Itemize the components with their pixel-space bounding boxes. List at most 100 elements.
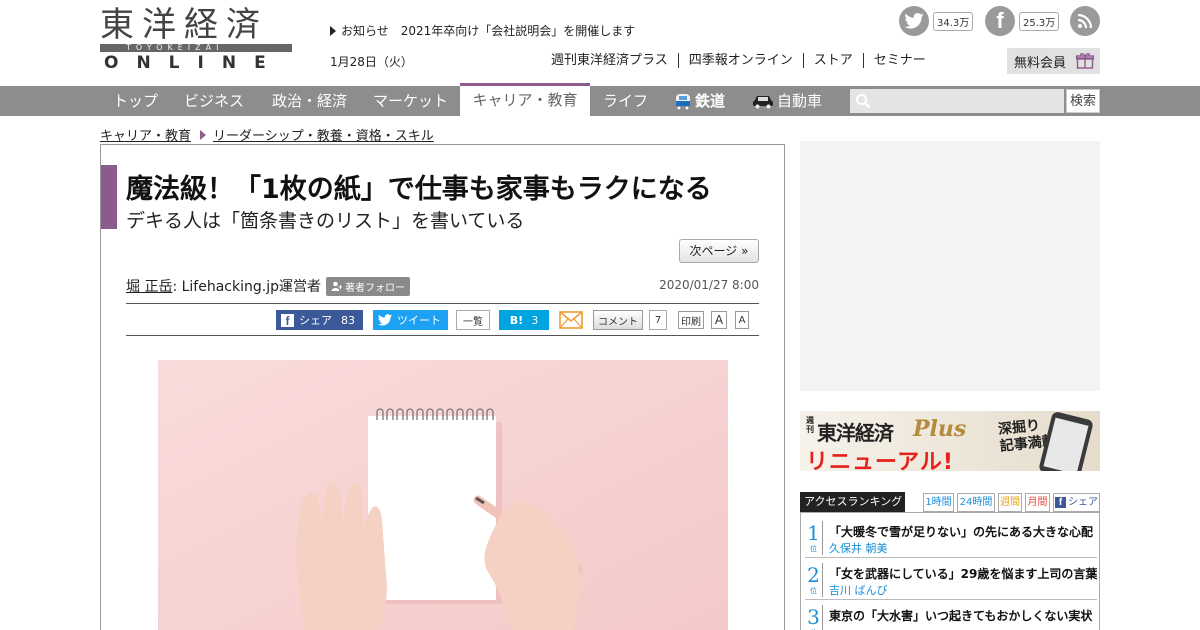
article-subtitle: デキる人は「箇条書きのリスト」を書いている — [126, 210, 525, 232]
link-seminar[interactable]: セミナー — [862, 53, 936, 68]
author-name[interactable]: 堀 正岳 — [126, 276, 172, 296]
nav-railway-label: 鉄道 — [695, 92, 726, 110]
search-button[interactable]: 検索 — [1066, 89, 1100, 113]
notice-text[interactable]: 2021年卒向け「会社説明会」を開催します — [401, 22, 636, 39]
notice-label: お知らせ — [341, 24, 389, 38]
logo-kanji: 東洋経済 — [100, 5, 268, 45]
share-bar: f シェア 83 ツイート 一覧 B! 3 コメント 7 印刷 A A — [101, 310, 786, 330]
rank-title[interactable]: 「女を武器にしている」29歳を悩ます上司の言葉 — [829, 565, 1097, 582]
nav-automobile[interactable]: 自動車 — [752, 86, 822, 116]
ranking-list: 1位 「大暖冬で雪が足りない」の先にある大きな心配 久保井 朝美 2位 「女を武… — [800, 512, 1100, 630]
top-links: 週刊東洋経済プラス 四季報オンライン ストア セミナー — [551, 53, 936, 68]
fb-share-count: 83 — [341, 313, 355, 327]
banner-renewal: リニューアル! — [806, 450, 954, 471]
nav-top[interactable]: トップ — [113, 86, 158, 116]
ranking-tab-share-label: シェア — [1068, 497, 1098, 508]
ranking-tab-share[interactable]: f シェア — [1053, 493, 1100, 512]
ranking-header: アクセスランキング 1時間 24時間 週間 月間 f シェア — [800, 492, 1100, 512]
mail-share-button[interactable] — [559, 310, 584, 330]
twitter-icon — [378, 314, 392, 326]
link-toyo-plus[interactable]: 週刊東洋経済プラス — [551, 53, 678, 68]
free-member-button[interactable]: 無料会員 — [1007, 48, 1100, 74]
nav-automobile-label: 自動車 — [777, 92, 823, 110]
rank-author[interactable]: 久保井 朝美 — [829, 540, 888, 556]
author-line: 堀 正岳 : Lifehacking.jp運営者 著者フォロー — [126, 276, 410, 296]
title-accent-bar — [101, 165, 117, 229]
author-follow-button[interactable]: 著者フォロー — [325, 276, 410, 296]
ranking-title: アクセスランキング — [800, 492, 905, 512]
mail-icon — [559, 311, 583, 329]
comment-count: 7 — [649, 310, 667, 330]
hatena-icon: B! — [509, 313, 524, 327]
facebook-follow[interactable]: f 25.3万 — [985, 6, 1060, 36]
nav-life[interactable]: ライフ — [603, 86, 648, 116]
hatena-bookmark-button[interactable]: B! 3 — [499, 310, 549, 330]
rank-title[interactable]: 「大暖冬で雪が足りない」の先にある大きな心配 — [829, 523, 1093, 540]
nav-business[interactable]: ビジネス — [184, 86, 244, 116]
article-title: 魔法級！「1枚の紙」で仕事も家事もラクになる — [126, 174, 712, 205]
nav-market[interactable]: マーケット — [373, 86, 448, 116]
breadcrumb-leadership[interactable]: リーダーシップ・教養・資格・スキル — [213, 125, 434, 144]
notice[interactable]: お知らせ 2021年卒向け「会社説明会」を開催します — [330, 22, 635, 39]
twitter-count: 34.3万 — [933, 11, 974, 31]
gift-icon — [1076, 53, 1094, 69]
search-input[interactable] — [850, 89, 1064, 113]
tweet-button[interactable]: ツイート — [373, 310, 448, 330]
person-add-icon — [331, 281, 342, 291]
article-photo — [158, 360, 728, 630]
ranking-tab-1h[interactable]: 1時間 — [923, 493, 954, 512]
facebook-icon: f — [1055, 497, 1066, 508]
publish-date: 2020/01/27 8:00 — [659, 278, 759, 292]
facebook-icon[interactable]: f — [985, 6, 1015, 36]
link-shikiho[interactable]: 四季報オンライン — [677, 53, 803, 68]
author-follow-label: 著者フォロー — [344, 282, 405, 294]
ranking-item[interactable]: 3位 東京の「大水害」いつ起きてもおかしくない実状 — [805, 603, 1097, 630]
banner-brand: 東洋経済 — [817, 421, 894, 445]
comment-button[interactable]: コメント — [593, 310, 643, 330]
banner-shuukan: 週刊 — [806, 416, 814, 434]
car-icon — [753, 96, 773, 109]
member-label: 無料会員 — [1014, 55, 1067, 71]
toyo-plus-banner[interactable]: 週刊 東洋経済 Plus リニューアル! 深掘り 記事満載 — [800, 411, 1100, 471]
site-header: 東洋経済 TOYOKEIZAI ONLINE お知らせ 2021年卒向け「会社説… — [0, 0, 1200, 86]
tweet-list-button[interactable]: 一覧 — [456, 310, 490, 330]
twitter-icon[interactable] — [899, 6, 929, 36]
site-logo[interactable]: 東洋経済 TOYOKEIZAI ONLINE — [100, 5, 292, 73]
banner-plus: Plus — [913, 416, 967, 442]
ranking-tab-24h[interactable]: 24時間 — [957, 493, 995, 512]
article-box: 魔法級！「1枚の紙」で仕事も家事もラクになる デキる人は「箇条書きのリスト」を書… — [100, 144, 785, 630]
global-nav: トップ ビジネス 政治・経済 マーケット キャリア・教育 ライフ 鉄道 自動車 … — [0, 83, 1200, 116]
twitter-follow[interactable]: 34.3万 — [899, 6, 974, 36]
print-button[interactable]: 印刷 — [678, 311, 704, 329]
rank-title[interactable]: 東京の「大水害」いつ起きてもおかしくない実状 — [829, 607, 1092, 624]
rank-number: 3位 — [805, 605, 823, 630]
ranking-tab-monthly[interactable]: 月間 — [1025, 493, 1050, 512]
facebook-icon: f — [281, 313, 294, 328]
rank-author[interactable]: 吉川 ばんび — [829, 582, 888, 598]
breadcrumb-career[interactable]: キャリア・教育 — [100, 125, 191, 144]
breadcrumb: キャリア・教育 リーダーシップ・教養・資格・スキル — [100, 125, 434, 144]
author-role: : Lifehacking.jp運営者 — [172, 279, 321, 295]
facebook-share-button[interactable]: f シェア 83 — [276, 310, 363, 330]
ad-slot — [800, 141, 1100, 391]
ranking-item[interactable]: 1位 「大暖冬で雪が足りない」の先にある大きな心配 久保井 朝美 — [805, 519, 1097, 558]
logo-online: ONLINE — [104, 53, 284, 73]
train-icon — [676, 94, 690, 110]
rank-number: 2位 — [805, 563, 823, 597]
rss-icon[interactable] — [1070, 6, 1100, 36]
ranking-item[interactable]: 2位 「女を武器にしている」29歳を悩ます上司の言葉 吉川 ばんび — [805, 561, 1097, 600]
font-size-small-button[interactable]: A — [735, 311, 749, 329]
rss-link[interactable] — [1070, 6, 1100, 36]
nav-railway[interactable]: 鉄道 — [674, 86, 725, 116]
divider-top — [126, 303, 759, 304]
nav-career-education[interactable]: キャリア・教育 — [460, 83, 590, 116]
hatena-count: 3 — [531, 313, 539, 327]
fb-share-label: シェア — [299, 314, 332, 327]
font-size-large-button[interactable]: A — [711, 311, 727, 329]
ranking-tab-weekly[interactable]: 週間 — [998, 493, 1022, 512]
breadcrumb-arrow-icon — [200, 129, 207, 140]
nav-politics-economy[interactable]: 政治・経済 — [272, 86, 347, 116]
next-page-button[interactable]: 次ページ » — [679, 239, 759, 263]
search-icon — [856, 94, 871, 109]
link-store[interactable]: ストア — [802, 53, 863, 68]
